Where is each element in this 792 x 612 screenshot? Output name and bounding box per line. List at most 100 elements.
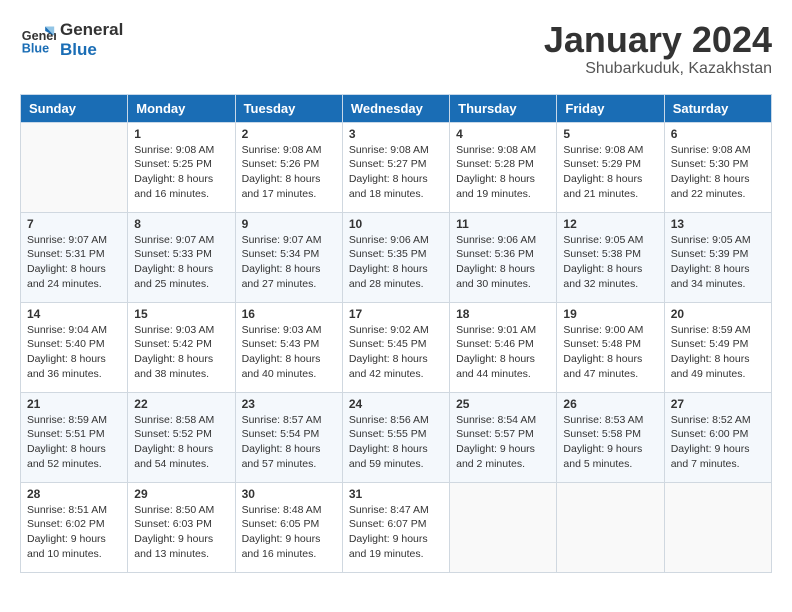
calendar-cell: 7 Sunrise: 9:07 AM Sunset: 5:31 PM Daylig… bbox=[21, 212, 128, 302]
day-content: Sunrise: 8:52 AM Sunset: 6:00 PM Dayligh… bbox=[671, 413, 765, 472]
day-number: 11 bbox=[456, 217, 550, 231]
day-content: Sunrise: 9:03 AM Sunset: 5:43 PM Dayligh… bbox=[242, 323, 336, 382]
day-content: Sunrise: 8:51 AM Sunset: 6:02 PM Dayligh… bbox=[27, 503, 121, 562]
logo-blue: Blue bbox=[60, 40, 123, 60]
day-content: Sunrise: 9:07 AM Sunset: 5:31 PM Dayligh… bbox=[27, 233, 121, 292]
calendar-cell: 2 Sunrise: 9:08 AM Sunset: 5:26 PM Daylig… bbox=[235, 122, 342, 212]
calendar-cell: 14 Sunrise: 9:04 AM Sunset: 5:40 PM Dayli… bbox=[21, 302, 128, 392]
day-content: Sunrise: 9:01 AM Sunset: 5:46 PM Dayligh… bbox=[456, 323, 550, 382]
calendar-cell: 31 Sunrise: 8:47 AM Sunset: 6:07 PM Dayli… bbox=[342, 482, 449, 572]
calendar-table: SundayMondayTuesdayWednesdayThursdayFrid… bbox=[20, 94, 772, 573]
day-number: 26 bbox=[563, 397, 657, 411]
day-number: 15 bbox=[134, 307, 228, 321]
header-thursday: Thursday bbox=[450, 94, 557, 122]
day-number: 31 bbox=[349, 487, 443, 501]
logo-general: General bbox=[60, 20, 123, 40]
calendar-cell: 17 Sunrise: 9:02 AM Sunset: 5:45 PM Dayli… bbox=[342, 302, 449, 392]
month-title: January 2024 bbox=[544, 20, 772, 60]
title-section: January 2024 Shubarkuduk, Kazakhstan bbox=[544, 20, 772, 78]
day-content: Sunrise: 9:06 AM Sunset: 5:35 PM Dayligh… bbox=[349, 233, 443, 292]
logo-icon: General Blue bbox=[20, 22, 56, 58]
calendar-cell: 11Sunrise: 9:06 AM Sunset: 5:36 PM Dayli… bbox=[450, 212, 557, 302]
day-number: 7 bbox=[27, 217, 121, 231]
calendar-cell: 30 Sunrise: 8:48 AM Sunset: 6:05 PM Dayli… bbox=[235, 482, 342, 572]
day-content: Sunrise: 8:57 AM Sunset: 5:54 PM Dayligh… bbox=[242, 413, 336, 472]
calendar-cell bbox=[557, 482, 664, 572]
calendar-cell: 8Sunrise: 9:07 AM Sunset: 5:33 PM Daylig… bbox=[128, 212, 235, 302]
day-number: 18 bbox=[456, 307, 550, 321]
calendar-cell: 23 Sunrise: 8:57 AM Sunset: 5:54 PM Dayli… bbox=[235, 392, 342, 482]
calendar-cell bbox=[450, 482, 557, 572]
day-number: 29 bbox=[134, 487, 228, 501]
day-number: 25 bbox=[456, 397, 550, 411]
day-number: 3 bbox=[349, 127, 443, 141]
day-number: 27 bbox=[671, 397, 765, 411]
day-number: 16 bbox=[242, 307, 336, 321]
day-number: 9 bbox=[242, 217, 336, 231]
day-number: 28 bbox=[27, 487, 121, 501]
calendar-cell: 26Sunrise: 8:53 AM Sunset: 5:58 PM Dayli… bbox=[557, 392, 664, 482]
day-number: 17 bbox=[349, 307, 443, 321]
day-number: 21 bbox=[27, 397, 121, 411]
day-number: 20 bbox=[671, 307, 765, 321]
day-content: Sunrise: 8:56 AM Sunset: 5:55 PM Dayligh… bbox=[349, 413, 443, 472]
calendar-cell: 5 Sunrise: 9:08 AM Sunset: 5:29 PM Daylig… bbox=[557, 122, 664, 212]
day-number: 23 bbox=[242, 397, 336, 411]
calendar-cell: 4Sunrise: 9:08 AM Sunset: 5:28 PM Daylig… bbox=[450, 122, 557, 212]
location: Shubarkuduk, Kazakhstan bbox=[544, 60, 772, 78]
day-number: 13 bbox=[671, 217, 765, 231]
calendar-cell: 1 Sunrise: 9:08 AM Sunset: 5:25 PM Daylig… bbox=[128, 122, 235, 212]
day-number: 2 bbox=[242, 127, 336, 141]
day-number: 14 bbox=[27, 307, 121, 321]
calendar-cell: 10 Sunrise: 9:06 AM Sunset: 5:35 PM Dayli… bbox=[342, 212, 449, 302]
calendar-cell: 24 Sunrise: 8:56 AM Sunset: 5:55 PM Dayli… bbox=[342, 392, 449, 482]
calendar-cell: 21Sunrise: 8:59 AM Sunset: 5:51 PM Dayli… bbox=[21, 392, 128, 482]
calendar-cell: 3 Sunrise: 9:08 AM Sunset: 5:27 PM Daylig… bbox=[342, 122, 449, 212]
header-friday: Friday bbox=[557, 94, 664, 122]
day-number: 4 bbox=[456, 127, 550, 141]
calendar-week-row: 7 Sunrise: 9:07 AM Sunset: 5:31 PM Daylig… bbox=[21, 212, 772, 302]
calendar-cell: 12Sunrise: 9:05 AM Sunset: 5:38 PM Dayli… bbox=[557, 212, 664, 302]
calendar-cell bbox=[664, 482, 771, 572]
day-content: Sunrise: 8:54 AM Sunset: 5:57 PM Dayligh… bbox=[456, 413, 550, 472]
calendar-cell: 9 Sunrise: 9:07 AM Sunset: 5:34 PM Daylig… bbox=[235, 212, 342, 302]
day-content: Sunrise: 9:05 AM Sunset: 5:39 PM Dayligh… bbox=[671, 233, 765, 292]
day-number: 30 bbox=[242, 487, 336, 501]
day-content: Sunrise: 9:08 AM Sunset: 5:25 PM Dayligh… bbox=[134, 143, 228, 202]
calendar-cell: 28 Sunrise: 8:51 AM Sunset: 6:02 PM Dayli… bbox=[21, 482, 128, 572]
day-number: 10 bbox=[349, 217, 443, 231]
day-content: Sunrise: 9:08 AM Sunset: 5:30 PM Dayligh… bbox=[671, 143, 765, 202]
page-header: General Blue General Blue January 2024 S… bbox=[20, 20, 772, 78]
header-sunday: Sunday bbox=[21, 94, 128, 122]
header-wednesday: Wednesday bbox=[342, 94, 449, 122]
calendar-week-row: 28 Sunrise: 8:51 AM Sunset: 6:02 PM Dayli… bbox=[21, 482, 772, 572]
calendar-cell: 22Sunrise: 8:58 AM Sunset: 5:52 PM Dayli… bbox=[128, 392, 235, 482]
day-content: Sunrise: 9:03 AM Sunset: 5:42 PM Dayligh… bbox=[134, 323, 228, 382]
day-content: Sunrise: 9:04 AM Sunset: 5:40 PM Dayligh… bbox=[27, 323, 121, 382]
day-content: Sunrise: 8:47 AM Sunset: 6:07 PM Dayligh… bbox=[349, 503, 443, 562]
calendar-cell: 6 Sunrise: 9:08 AM Sunset: 5:30 PM Daylig… bbox=[664, 122, 771, 212]
day-content: Sunrise: 8:48 AM Sunset: 6:05 PM Dayligh… bbox=[242, 503, 336, 562]
calendar-cell: 27 Sunrise: 8:52 AM Sunset: 6:00 PM Dayli… bbox=[664, 392, 771, 482]
day-content: Sunrise: 8:58 AM Sunset: 5:52 PM Dayligh… bbox=[134, 413, 228, 472]
day-number: 5 bbox=[563, 127, 657, 141]
header-monday: Monday bbox=[128, 94, 235, 122]
day-content: Sunrise: 8:59 AM Sunset: 5:49 PM Dayligh… bbox=[671, 323, 765, 382]
calendar-cell: 19Sunrise: 9:00 AM Sunset: 5:48 PM Dayli… bbox=[557, 302, 664, 392]
day-content: Sunrise: 9:07 AM Sunset: 5:34 PM Dayligh… bbox=[242, 233, 336, 292]
header-tuesday: Tuesday bbox=[235, 94, 342, 122]
day-number: 19 bbox=[563, 307, 657, 321]
day-content: Sunrise: 9:02 AM Sunset: 5:45 PM Dayligh… bbox=[349, 323, 443, 382]
day-content: Sunrise: 9:08 AM Sunset: 5:27 PM Dayligh… bbox=[349, 143, 443, 202]
day-number: 24 bbox=[349, 397, 443, 411]
calendar-week-row: 21Sunrise: 8:59 AM Sunset: 5:51 PM Dayli… bbox=[21, 392, 772, 482]
calendar-cell bbox=[21, 122, 128, 212]
calendar-cell: 13 Sunrise: 9:05 AM Sunset: 5:39 PM Dayli… bbox=[664, 212, 771, 302]
day-content: Sunrise: 9:08 AM Sunset: 5:26 PM Dayligh… bbox=[242, 143, 336, 202]
logo: General Blue General Blue bbox=[20, 20, 123, 61]
day-number: 8 bbox=[134, 217, 228, 231]
calendar-cell: 16 Sunrise: 9:03 AM Sunset: 5:43 PM Dayli… bbox=[235, 302, 342, 392]
day-content: Sunrise: 9:08 AM Sunset: 5:29 PM Dayligh… bbox=[563, 143, 657, 202]
day-number: 6 bbox=[671, 127, 765, 141]
day-number: 1 bbox=[134, 127, 228, 141]
